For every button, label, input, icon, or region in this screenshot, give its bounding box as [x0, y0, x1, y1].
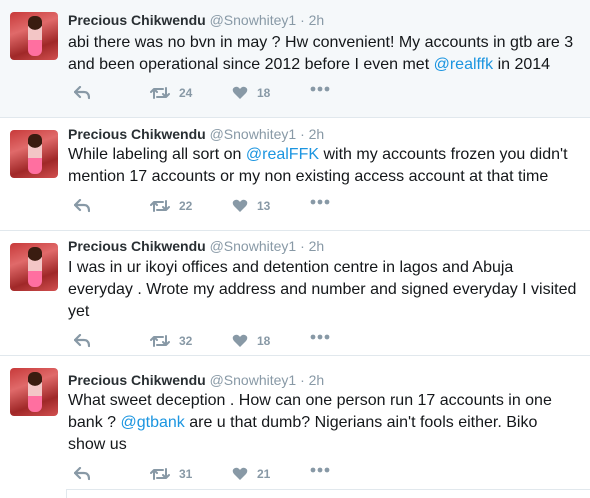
tweet[interactable]: Precious Chikwendu @Snowhitey1 · 2h abi … — [0, 0, 590, 118]
heart-icon — [232, 86, 248, 99]
reply-icon — [74, 334, 90, 348]
heart-icon — [232, 334, 248, 347]
separator-dot: · — [300, 126, 305, 142]
mention-link[interactable]: @gtbank — [120, 414, 184, 431]
more-icon — [310, 86, 330, 92]
reply-button[interactable] — [74, 334, 90, 348]
like-count: 18 — [257, 86, 271, 100]
reply-button[interactable] — [74, 199, 90, 213]
username[interactable]: @Snowhitey1 — [210, 238, 297, 254]
more-button[interactable] — [310, 334, 330, 340]
display-name[interactable]: Precious Chikwendu — [68, 12, 206, 28]
heart-icon — [232, 199, 248, 212]
separator-dot: · — [300, 12, 305, 28]
tweet-text: What sweet deception . How can one perso… — [68, 390, 578, 456]
more-icon — [310, 467, 330, 473]
mention-link[interactable]: @realffk — [434, 56, 494, 73]
reply-button[interactable] — [74, 86, 90, 100]
avatar[interactable] — [10, 243, 58, 291]
like-button[interactable]: 21 — [232, 467, 270, 481]
display-name[interactable]: Precious Chikwendu — [68, 126, 206, 142]
retweet-button[interactable]: 24 — [150, 86, 192, 100]
timestamp[interactable]: 2h — [309, 372, 325, 388]
tweet-header: Precious Chikwendu @Snowhitey1 · 2h — [68, 12, 324, 28]
avatar[interactable] — [10, 12, 58, 60]
retweet-count: 31 — [179, 467, 193, 481]
retweet-count: 32 — [179, 334, 193, 348]
like-button[interactable]: 13 — [232, 199, 270, 213]
retweet-count: 22 — [179, 199, 193, 213]
heart-icon — [232, 467, 248, 480]
separator-dot: · — [300, 238, 305, 254]
like-button[interactable]: 18 — [232, 86, 270, 100]
display-name[interactable]: Precious Chikwendu — [68, 238, 206, 254]
tweet-header: Precious Chikwendu @Snowhitey1 · 2h — [68, 372, 324, 388]
more-button[interactable] — [310, 199, 330, 205]
like-count: 18 — [257, 334, 271, 348]
more-icon — [310, 334, 330, 340]
tweet[interactable]: Precious Chikwendu @Snowhitey1 · 2h What… — [0, 356, 590, 498]
retweet-count: 24 — [179, 86, 193, 100]
separator-dot: · — [300, 372, 305, 388]
timestamp[interactable]: 2h — [309, 12, 325, 28]
tweet-actions: 31 21 — [68, 467, 368, 485]
tweet-text: abi there was no bvn in may ? Hw conveni… — [68, 32, 578, 76]
username[interactable]: @Snowhitey1 — [210, 372, 297, 388]
avatar[interactable] — [10, 130, 58, 178]
retweet-icon — [150, 87, 170, 99]
reply-icon — [74, 199, 90, 213]
avatar[interactable] — [10, 368, 58, 416]
username[interactable]: @Snowhitey1 — [210, 126, 297, 142]
retweet-button[interactable]: 31 — [150, 467, 192, 481]
retweet-icon — [150, 200, 170, 212]
like-count: 21 — [257, 467, 271, 481]
reply-button[interactable] — [74, 467, 90, 481]
mention-link[interactable]: @realFFK — [246, 146, 319, 163]
timestamp[interactable]: 2h — [309, 238, 325, 254]
tweet[interactable]: Precious Chikwendu @Snowhitey1 · 2h I wa… — [0, 231, 590, 356]
retweet-icon — [150, 468, 170, 480]
display-name[interactable]: Precious Chikwendu — [68, 372, 206, 388]
tweet-text-part: in 2014 — [493, 56, 551, 73]
tweet-actions: 22 13 — [68, 199, 368, 217]
like-count: 13 — [257, 199, 271, 213]
tweet-text-part: I was in ur ikoyi offices and detention … — [68, 259, 577, 320]
tweet-actions: 32 18 — [68, 334, 368, 352]
tweet-text: I was in ur ikoyi offices and detention … — [68, 257, 578, 323]
tweet[interactable]: Precious Chikwendu @Snowhitey1 · 2h Whil… — [0, 118, 590, 231]
retweet-icon — [150, 335, 170, 347]
retweet-button[interactable]: 32 — [150, 334, 192, 348]
tweet-header: Precious Chikwendu @Snowhitey1 · 2h — [68, 126, 324, 142]
retweet-button[interactable]: 22 — [150, 199, 192, 213]
tweet-header: Precious Chikwendu @Snowhitey1 · 2h — [68, 238, 324, 254]
more-icon — [310, 199, 330, 205]
reply-icon — [74, 467, 90, 481]
tweet-text: While labeling all sort on @realFFK with… — [68, 144, 578, 188]
tweet-text-part: While labeling all sort on — [68, 146, 246, 163]
more-button[interactable] — [310, 467, 330, 473]
like-button[interactable]: 18 — [232, 334, 270, 348]
tweet-actions: 24 18 — [68, 86, 368, 104]
timestamp[interactable]: 2h — [309, 126, 325, 142]
reply-icon — [74, 86, 90, 100]
username[interactable]: @Snowhitey1 — [210, 12, 297, 28]
more-button[interactable] — [310, 86, 330, 92]
